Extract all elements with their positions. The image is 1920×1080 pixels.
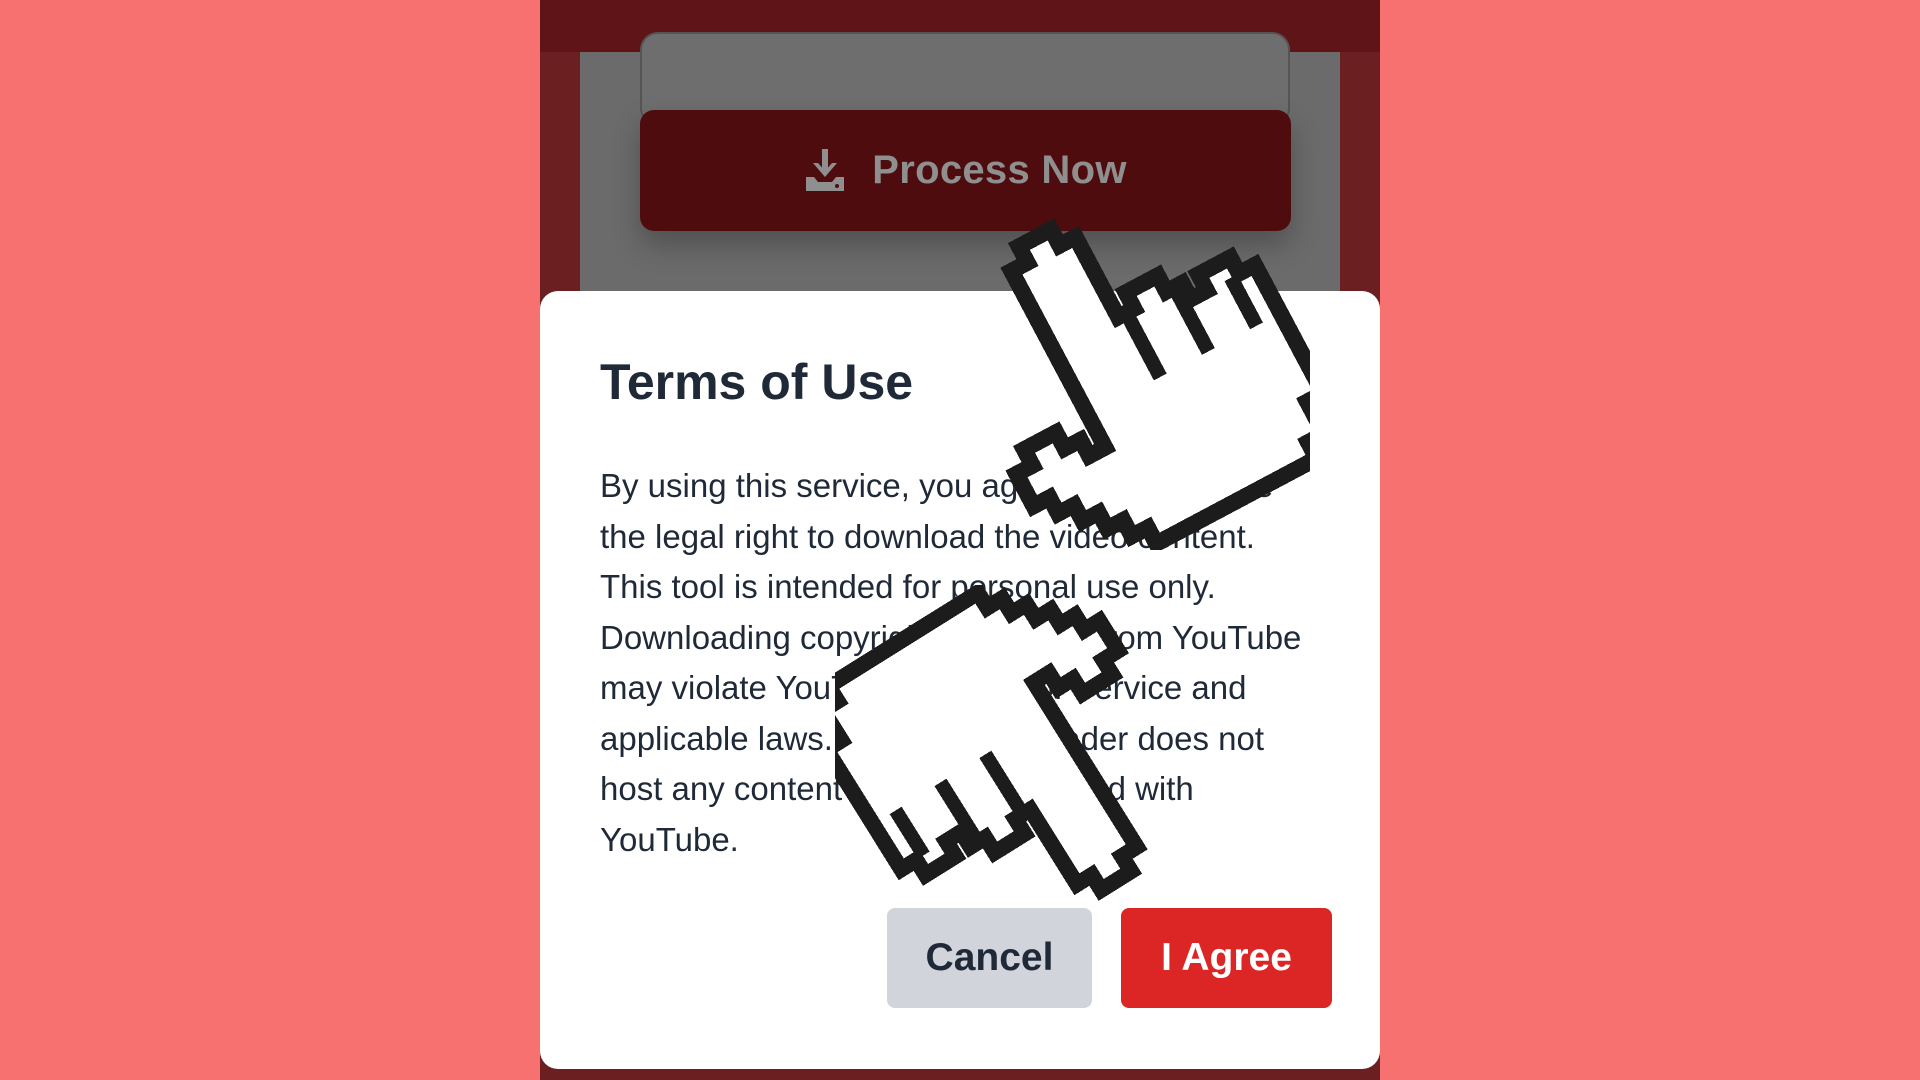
process-now-label: Process Now	[872, 148, 1127, 192]
download-icon	[806, 148, 845, 191]
dialog-body-text: By using this service, you agree that yo…	[600, 467, 1302, 858]
process-now-button[interactable]: Process Now	[640, 110, 1291, 231]
terms-dialog: Terms of Use By using this service, you …	[540, 291, 1380, 1069]
cancel-button[interactable]: Cancel	[887, 908, 1092, 1008]
dialog-title: Terms of Use	[600, 354, 914, 410]
agree-button[interactable]: I Agree	[1121, 908, 1332, 1008]
